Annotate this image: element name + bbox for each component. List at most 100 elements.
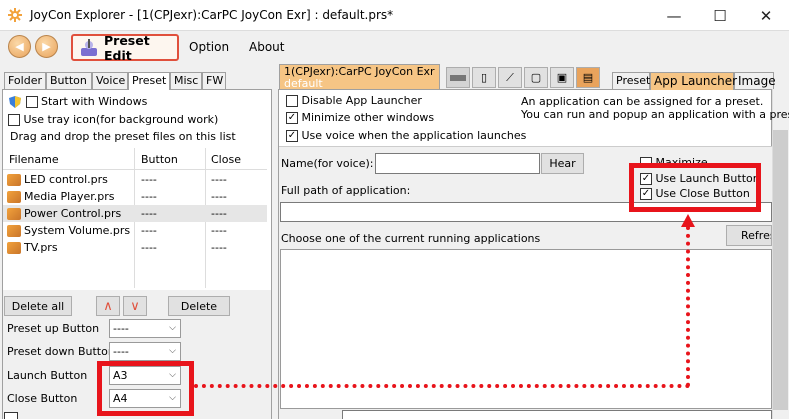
tool-button[interactable]: ▤ [576, 67, 600, 88]
file-name: System Volume.prs [24, 224, 131, 237]
file-button: ---- [141, 224, 157, 237]
list-item[interactable]: System Volume.prs ---- ---- [3, 222, 267, 239]
tab-folder[interactable]: Folder [4, 72, 46, 89]
launch-button-label: Launch Button [7, 369, 88, 382]
partial-checkbox[interactable] [4, 412, 18, 419]
file-close: ---- [211, 241, 227, 254]
column-filename[interactable]: Filename [9, 153, 59, 166]
preset-file-icon [7, 225, 21, 237]
disable-launcher-label: Disable App Launcher [301, 94, 422, 107]
preset-edit-button[interactable]: Preset Edit [71, 33, 179, 63]
slash-icon: ⟋ [506, 70, 514, 84]
close-button[interactable]: ✕ [743, 0, 789, 31]
dotted-connector-horizontal [194, 384, 690, 388]
tab-misc[interactable]: Misc [170, 72, 202, 89]
delete-all-button[interactable]: Delete all [4, 296, 72, 316]
tab-preset[interactable]: Preset [128, 72, 170, 90]
tab-fw[interactable]: FW [202, 72, 226, 89]
name-input[interactable] [375, 153, 540, 174]
window-title: JoyCon Explorer - [1(CPJexr):CarPC JoyCo… [30, 8, 394, 22]
screen-icon: ▤ [582, 71, 594, 84]
scrollbar-thumb[interactable] [773, 130, 788, 410]
minimize-other-row[interactable]: ✓ Minimize other windows [286, 111, 434, 124]
bottom-input[interactable] [342, 410, 772, 419]
use-tray-checkbox[interactable] [8, 114, 20, 126]
use-tray-row[interactable]: Use tray icon(for background work) [8, 113, 218, 126]
file-button: ---- [141, 173, 157, 186]
device-tab[interactable]: 1(CPJexr):CarPC JoyCon Exr default [279, 64, 440, 90]
info-line-1: An application can be assigned for a pre… [521, 95, 764, 108]
chevron-down-icon: ⌵ [169, 346, 176, 356]
use-voice-label: Use voice when the application launches [301, 129, 527, 142]
drag-drop-hint: Drag and drop the preset files on this l… [10, 130, 236, 143]
maximize-button[interactable]: ☐ [697, 0, 743, 31]
refresh-button[interactable]: Refres [726, 225, 772, 246]
preset-up-select[interactable]: ---- ⌵ [109, 319, 181, 338]
device-toolbar: ▯ ⟋ ▢ ▣ ▤ [446, 67, 600, 88]
highlight-box-checkboxes [629, 163, 761, 212]
tab-app-launcher[interactable]: App Launcher [650, 72, 737, 90]
minimize-button[interactable]: — [651, 0, 697, 31]
preset-down-value: ---- [113, 345, 129, 358]
list-item[interactable]: Media Player.prs ---- ---- [3, 188, 267, 205]
delete-button[interactable]: Delete [168, 296, 230, 316]
bar-icon [450, 74, 466, 81]
tab-right-preset[interactable]: Preset [612, 72, 650, 89]
move-down-button[interactable]: ∨ [123, 296, 147, 316]
preset-file-icon [7, 191, 21, 203]
shield-icon [8, 95, 22, 109]
file-name: Power Control.prs [24, 207, 122, 220]
use-voice-row[interactable]: ✓ Use voice when the application launche… [286, 129, 526, 142]
chevron-down-icon: ⌵ [169, 323, 176, 333]
file-button: ---- [141, 241, 157, 254]
file-name: LED control.prs [24, 173, 108, 186]
back-button[interactable]: ◀ [8, 35, 31, 58]
preset-file-icon [7, 174, 21, 186]
disable-launcher-checkbox[interactable] [286, 95, 298, 107]
list-item[interactable]: LED control.prs ---- ---- [3, 171, 267, 188]
file-button: ---- [141, 207, 157, 220]
file-close: ---- [211, 190, 227, 203]
close-button-label: Close Button [7, 392, 78, 405]
arrow-down-icon: ∨ [130, 298, 140, 314]
file-close: ---- [211, 207, 227, 220]
file-name: Media Player.prs [24, 190, 115, 203]
start-with-windows-checkbox[interactable] [25, 96, 38, 108]
file-button: ---- [141, 190, 157, 203]
tool-button[interactable]: ⟋ [498, 67, 522, 88]
chevron-right-icon: ▶ [42, 40, 51, 53]
tool-button[interactable]: ▢ [524, 67, 548, 88]
use-voice-checkbox[interactable]: ✓ [286, 130, 298, 142]
running-apps-label: Choose one of the current running applic… [281, 232, 541, 245]
menu-option[interactable]: Option [189, 40, 229, 54]
arrow-up-icon [681, 214, 695, 227]
tool-button[interactable]: ▯ [472, 67, 496, 88]
tool-button[interactable]: ▣ [550, 67, 574, 88]
forward-button[interactable]: ▶ [35, 35, 58, 58]
highlight-box-buttons [97, 361, 194, 416]
move-up-button[interactable]: ∧ [96, 296, 120, 316]
start-with-windows-row[interactable]: Start with Windows [8, 95, 147, 109]
window-icon: ▣ [556, 71, 568, 84]
tool-button[interactable] [446, 67, 470, 88]
disable-launcher-row[interactable]: Disable App Launcher [286, 94, 422, 107]
list-item[interactable]: TV.prs ---- ---- [3, 239, 267, 256]
dotted-connector-vertical [686, 226, 690, 387]
minimize-other-label: Minimize other windows [301, 111, 435, 124]
preset-up-value: ---- [113, 322, 129, 335]
start-with-windows-label: Start with Windows [41, 95, 148, 108]
tab-voice[interactable]: Voice [92, 72, 128, 89]
hear-button[interactable]: Hear [541, 153, 584, 174]
preset-up-label: Preset up Button [7, 322, 100, 335]
file-close: ---- [211, 173, 227, 186]
menu-about[interactable]: About [249, 40, 284, 54]
minimize-other-checkbox[interactable]: ✓ [286, 112, 298, 124]
tab-button[interactable]: Button [46, 72, 92, 89]
column-close[interactable]: Close [211, 153, 241, 166]
column-button[interactable]: Button [141, 153, 178, 166]
page-icon: ▯ [480, 71, 488, 84]
preset-file-icon [7, 208, 21, 220]
list-item[interactable]: Power Control.prs ---- ---- [3, 205, 267, 222]
preset-down-select[interactable]: ---- ⌵ [109, 342, 181, 361]
tab-image[interactable]: Image [734, 72, 776, 89]
